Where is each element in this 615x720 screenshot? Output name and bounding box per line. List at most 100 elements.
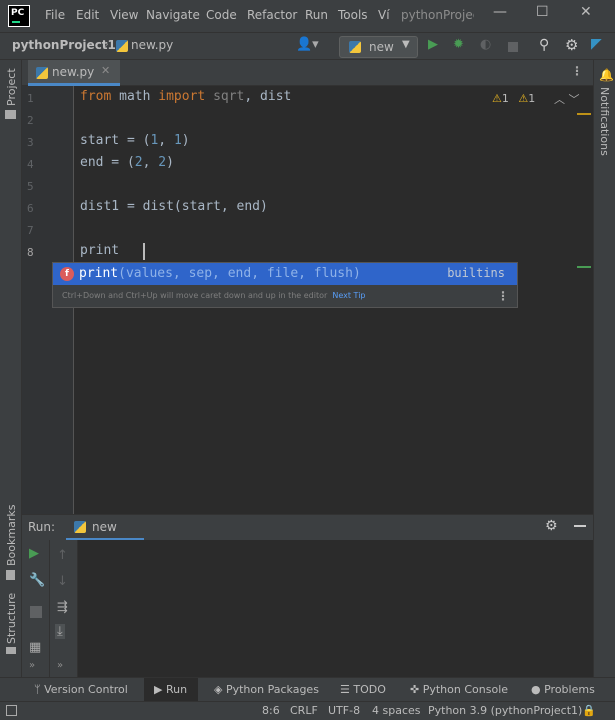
search-icon[interactable]: ⚲	[539, 37, 549, 53]
function-icon: f	[60, 267, 74, 281]
python-console-icon: ✜	[410, 683, 420, 696]
next-tip-link[interactable]: Next Tip	[332, 291, 365, 300]
window-title: pythonProjec	[401, 8, 474, 22]
run-tab[interactable]: ▶ Run	[154, 683, 187, 696]
run-configuration-dropdown[interactable]: new ▼	[339, 36, 418, 58]
run-tool-window-header: Run: new ⚙	[22, 514, 593, 541]
stop-icon[interactable]	[30, 606, 42, 618]
soft-wrap-icon[interactable]: ⇶	[57, 600, 68, 615]
notifications-icon: 🔔	[599, 68, 614, 82]
menu-run[interactable]: Run	[305, 8, 328, 22]
chevron-up-down-icon[interactable]: ︿ ﹀	[554, 91, 580, 107]
code-line-4: end = (2, 2)	[80, 155, 174, 170]
stop-icon[interactable]	[508, 42, 518, 52]
menu-code[interactable]: Code	[206, 8, 237, 22]
breadcrumb-project[interactable]: pythonProject1	[12, 38, 116, 52]
warning-icon: ⚠	[492, 92, 502, 105]
debug-icon[interactable]: ✹	[453, 37, 464, 52]
file-encoding[interactable]: UTF-8	[328, 704, 360, 717]
run-configuration-label: new	[369, 40, 394, 54]
code-with-me-icon[interactable]: ◤	[591, 36, 602, 52]
minimize-icon[interactable]: —	[493, 4, 507, 20]
rerun-icon[interactable]: ▶	[29, 546, 39, 561]
python-interpreter[interactable]: Python 3.9 (pythonProject1)	[428, 704, 582, 717]
run-tab-new[interactable]: new	[66, 515, 144, 541]
run-icon[interactable]: ▶	[428, 37, 438, 52]
play-icon: ▶	[154, 683, 163, 696]
packages-icon: ◈	[214, 683, 223, 696]
project-tool-button[interactable]: Project	[5, 68, 18, 106]
code-completion-popup[interactable]: f print(values, sep, end, file, flush) b…	[52, 262, 518, 308]
change-stripe[interactable]	[577, 266, 591, 268]
caret-position[interactable]: 8:6	[262, 704, 280, 717]
pycharm-logo-icon[interactable]: PC	[8, 5, 30, 27]
bookmarks-tool-button[interactable]: Bookmarks	[5, 505, 18, 566]
python-file-icon	[74, 521, 86, 533]
line-number: 3	[27, 136, 34, 149]
menu-navigate[interactable]: Navigate	[146, 8, 200, 22]
hide-icon[interactable]	[574, 525, 586, 527]
title-bar: PC File Edit View Navigate Code Refactor…	[0, 0, 615, 32]
inspection-widget[interactable]: ⚠1 ⚠1	[492, 92, 535, 105]
right-tool-strip: 🔔 Notifications	[593, 60, 615, 677]
menu-tools[interactable]: Tools	[338, 8, 368, 22]
user-icon[interactable]: 👤▾	[296, 37, 319, 52]
problems-tab[interactable]: ● Problems	[531, 683, 595, 696]
wrench-icon[interactable]: 🔧	[29, 573, 45, 588]
python-file-icon	[36, 67, 48, 79]
layout-icon[interactable]: ▦	[29, 640, 41, 655]
expand-icon[interactable]: »	[57, 660, 63, 671]
menu-file[interactable]: File	[45, 8, 65, 22]
line-number: 6	[27, 202, 34, 215]
branch-icon: ᛘ	[34, 683, 41, 696]
line-separator[interactable]: CRLF	[290, 704, 318, 717]
scroll-to-end-icon[interactable]: ⤓	[55, 624, 65, 639]
python-file-icon	[349, 41, 361, 53]
tool-window-bar: ᛘ Version Control ▶ Run ◈ Python Package…	[0, 677, 615, 702]
arrow-up-icon[interactable]: ↑	[57, 548, 68, 563]
maximize-icon[interactable]: ☐	[536, 4, 549, 20]
structure-tool-button[interactable]: Structure	[5, 593, 18, 644]
python-console-tab[interactable]: ✜ Python Console	[410, 683, 508, 696]
run-toolbar: ▶ 🔧 ▦ »	[22, 540, 50, 677]
more-vertical-icon[interactable]: ⋮	[571, 64, 583, 78]
breadcrumb-file[interactable]: new.py	[131, 38, 173, 52]
weak-warning-icon: ⚠	[518, 92, 529, 105]
warning-stripe[interactable]	[577, 113, 591, 115]
code-line-3: start = (1, 1)	[80, 133, 190, 148]
expand-icon[interactable]: »	[29, 660, 35, 671]
code-line-8: print	[80, 243, 120, 258]
lock-icon[interactable]: 🔒	[582, 704, 596, 717]
tab-new-py[interactable]: new.py ✕	[28, 60, 120, 86]
gear-icon[interactable]: ⚙	[565, 36, 578, 54]
close-icon[interactable]: ✕	[101, 64, 110, 77]
coverage-icon[interactable]: ◐	[480, 37, 491, 52]
line-number: 2	[27, 114, 34, 127]
code-line-6: dist1 = dist(start, end)	[80, 199, 268, 214]
gear-icon[interactable]: ⚙	[545, 518, 558, 534]
line-number: 5	[27, 180, 34, 193]
completion-item[interactable]: f print(values, sep, end, file, flush) b…	[53, 263, 517, 285]
run-console[interactable]: ▶ 🔧 ▦ » ↑ ↓ ⇶ ⤓ »	[22, 540, 593, 677]
indent-setting[interactable]: 4 spaces	[372, 704, 421, 717]
todo-tab[interactable]: ☰ TODO	[340, 683, 386, 696]
python-packages-tab[interactable]: ◈ Python Packages	[214, 683, 319, 696]
editor-tab-bar: new.py ✕ ⋮	[22, 60, 593, 86]
arrow-down-icon[interactable]: ↓	[57, 574, 68, 589]
tool-windows-toggle-icon[interactable]	[6, 705, 17, 716]
completion-hint: Ctrl+Down and Ctrl+Up will move caret do…	[62, 291, 366, 300]
completion-signature: print(values, sep, end, file, flush)	[79, 266, 361, 281]
structure-icon	[6, 647, 16, 654]
menu-refactor[interactable]: Refactor	[247, 8, 297, 22]
menu-view[interactable]: View	[110, 8, 138, 22]
notifications-tool-button[interactable]: Notifications	[598, 87, 611, 156]
more-vertical-icon[interactable]: ⋮	[497, 289, 509, 303]
run-window-title: Run:	[28, 520, 56, 534]
menu-edit[interactable]: Edit	[76, 8, 99, 22]
version-control-tab[interactable]: ᛘ Version Control	[34, 683, 128, 696]
menu-vcs[interactable]: Ví	[378, 8, 390, 22]
status-bar: 8:6 CRLF UTF-8 4 spaces Python 3.9 (pyth…	[0, 701, 615, 720]
line-number: 4	[27, 158, 34, 171]
close-icon[interactable]: ✕	[580, 4, 592, 20]
text-caret	[143, 243, 145, 260]
